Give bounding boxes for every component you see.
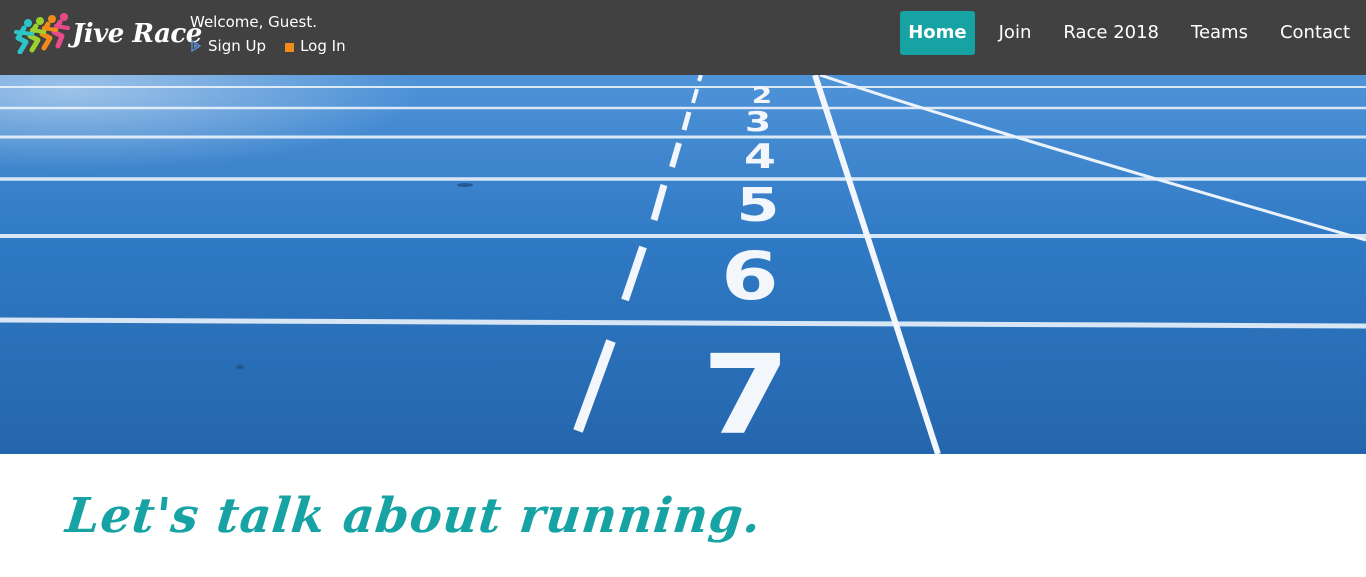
lane-number: 5 (736, 178, 779, 232)
login-label: Log In (300, 37, 346, 55)
running-track-image: 2 3 4 5 6 7 (0, 75, 1366, 454)
nav-item-teams[interactable]: Teams (1183, 11, 1256, 55)
signup-link[interactable]: Sign Up (190, 37, 266, 55)
runners-logo-icon (14, 13, 70, 54)
welcome-message: Welcome, Guest. (190, 13, 317, 31)
lane-number: 7 (702, 331, 790, 454)
page-tagline: Let's talk about running. (63, 488, 765, 544)
signup-label: Sign Up (208, 37, 266, 55)
site-logo[interactable]: Jive Race (14, 10, 202, 58)
site-logo-text: Jive Race (72, 19, 202, 49)
signup-icon (191, 40, 202, 52)
auth-links: Sign Up Log In (190, 37, 360, 57)
nav-item-home[interactable]: Home (900, 11, 975, 55)
lane-number: 4 (744, 137, 776, 177)
nav-item-contact[interactable]: Contact (1272, 11, 1358, 55)
lane-number: 6 (721, 238, 778, 315)
login-link[interactable]: Log In (285, 37, 346, 55)
nav-item-race-2018[interactable]: Race 2018 (1055, 11, 1167, 55)
lane-number: 3 (745, 105, 771, 138)
hero-banner: 2 3 4 5 6 7 (0, 75, 1366, 454)
site-header: Jive Race Welcome, Guest. Sign Up Log In… (0, 0, 1366, 75)
main-nav: Home Join Race 2018 Teams Contact (900, 11, 1366, 55)
nav-item-join[interactable]: Join (991, 11, 1040, 55)
login-icon (285, 43, 295, 52)
